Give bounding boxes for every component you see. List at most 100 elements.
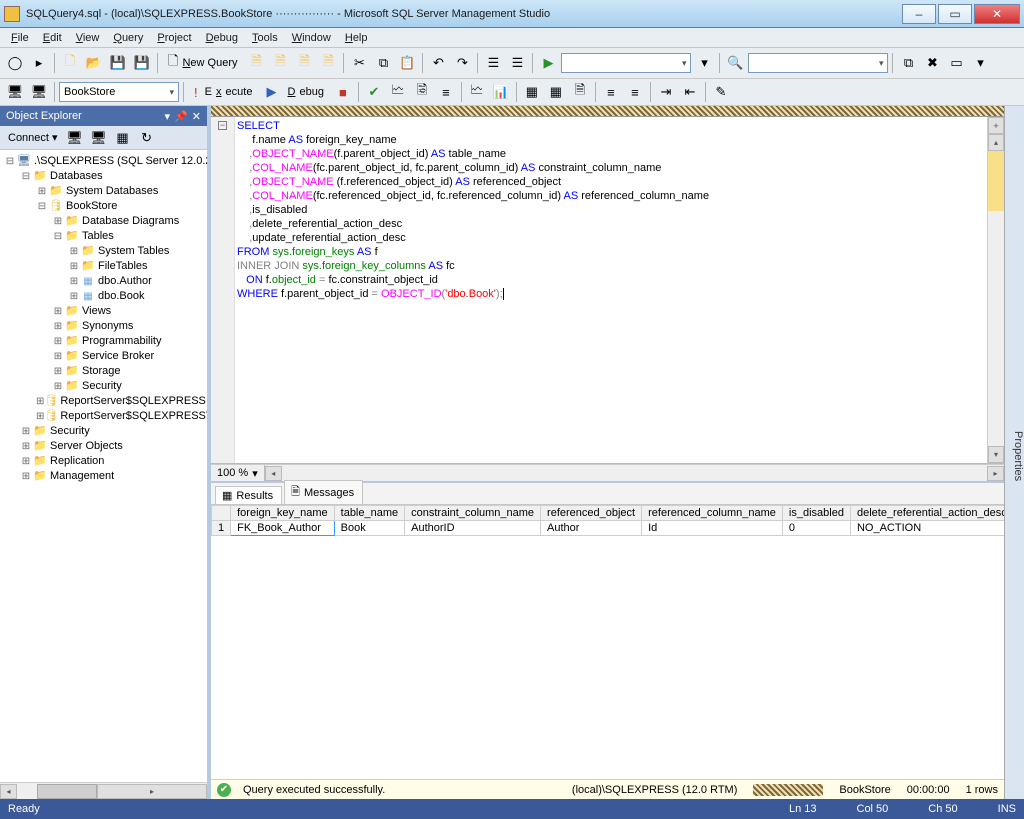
tb-icon-6[interactable]: ☰ bbox=[506, 52, 528, 74]
redo-button[interactable]: ↷ bbox=[451, 52, 473, 74]
menu-help[interactable]: Help bbox=[338, 30, 375, 46]
oe-filter-icon[interactable]: ▦ bbox=[112, 127, 134, 149]
debug-button[interactable]: ▶ Debug bbox=[260, 82, 330, 102]
tree-reportserver[interactable]: ReportServer$SQLEXPRESS bbox=[60, 394, 206, 409]
stop-button[interactable]: ■ bbox=[332, 81, 354, 103]
results-grid-button[interactable]: ▦ bbox=[545, 81, 567, 103]
tb-icon-11[interactable]: ▾ bbox=[969, 52, 991, 74]
tree-programmability[interactable]: Programmability bbox=[82, 334, 161, 349]
menu-project[interactable]: Project bbox=[150, 30, 198, 46]
menu-debug[interactable]: Debug bbox=[199, 30, 245, 46]
tree-dbo-author[interactable]: dbo.Author bbox=[98, 274, 152, 289]
execute-button[interactable]: ! Execute bbox=[188, 83, 258, 102]
open-button[interactable]: 📂 bbox=[83, 52, 105, 74]
oe-icon-1[interactable]: 🖥 bbox=[64, 127, 86, 149]
tree-serverobjects[interactable]: Server Objects bbox=[50, 439, 123, 454]
editor-vertical-scrollbar[interactable]: + ▴ ▾ bbox=[987, 117, 1004, 463]
save-all-button[interactable]: 💾 bbox=[131, 52, 153, 74]
tab-messages[interactable]: 🗎Messages bbox=[284, 480, 363, 504]
start-button[interactable]: ▶ bbox=[537, 52, 559, 74]
tree-tables[interactable]: Tables bbox=[82, 230, 114, 242]
results-file-button[interactable]: 🗎 bbox=[569, 81, 591, 103]
indent-button[interactable]: ⇥ bbox=[655, 81, 677, 103]
code-area[interactable]: SELECT f.name AS foreign_key_name ,OBJEC… bbox=[235, 117, 987, 463]
maximize-button[interactable]: ▭ bbox=[938, 4, 972, 24]
tab-results[interactable]: ▦Results bbox=[215, 486, 282, 504]
tree-server[interactable]: .\SQLEXPRESS (SQL Server 12.0.2269 - A bbox=[34, 155, 207, 167]
tb-icon-7[interactable]: ▾ bbox=[693, 52, 715, 74]
database-combo[interactable]: BookStore bbox=[59, 82, 179, 102]
close-button[interactable]: ✕ bbox=[974, 4, 1020, 24]
intellisense-button[interactable]: ≡ bbox=[435, 81, 457, 103]
tree-servicebroker[interactable]: Service Broker bbox=[82, 349, 154, 364]
tb-icon-1[interactable]: 🗎 bbox=[245, 52, 267, 74]
find-combo[interactable] bbox=[748, 53, 888, 73]
tree-security-db[interactable]: Security bbox=[82, 379, 122, 394]
paste-button[interactable]: 📋 bbox=[396, 52, 418, 74]
find-button[interactable]: 🔍 bbox=[724, 52, 746, 74]
tb-icon-3[interactable]: 🗎 bbox=[293, 52, 315, 74]
pin-icon[interactable]: ▾ bbox=[165, 110, 171, 123]
nav-back-button[interactable]: ◯ bbox=[4, 52, 26, 74]
tree-system-databases[interactable]: System Databases bbox=[66, 184, 158, 199]
tree-views[interactable]: Views bbox=[82, 304, 111, 319]
editor-horizontal-scrollbar[interactable]: 100 %▾ ◂ ▸ bbox=[211, 464, 1004, 481]
comment-button[interactable]: ≡ bbox=[600, 81, 622, 103]
copy-button[interactable]: ⧉ bbox=[372, 52, 394, 74]
parse-button[interactable]: ✔ bbox=[363, 81, 385, 103]
solution-combo[interactable] bbox=[561, 53, 691, 73]
sql-editor[interactable]: − SELECT f.name AS foreign_key_name ,OBJ… bbox=[211, 117, 1004, 464]
query-options-button[interactable]: 🗟 bbox=[411, 81, 433, 103]
tb-icon-8[interactable]: ⧉ bbox=[897, 52, 919, 74]
actual-plan-button[interactable]: 🗠 bbox=[466, 81, 488, 103]
menu-query[interactable]: Query bbox=[106, 30, 150, 46]
results-text-button[interactable]: ▦ bbox=[521, 81, 543, 103]
oe-horizontal-scrollbar[interactable]: ◂▸ bbox=[0, 782, 207, 799]
uncomment-button[interactable]: ≡ bbox=[624, 81, 646, 103]
tb-icon-2[interactable]: 🗎 bbox=[269, 52, 291, 74]
connect-button[interactable]: Connect ▾ bbox=[4, 129, 62, 146]
tree-databases[interactable]: Databases bbox=[50, 170, 103, 182]
change-connection-button[interactable]: 🖥 bbox=[4, 81, 26, 103]
tree-reportservertmp[interactable]: ReportServer$SQLEXPRESSTemp bbox=[60, 409, 207, 424]
tb-icon-4[interactable]: 🗎 bbox=[317, 52, 339, 74]
tree-management[interactable]: Management bbox=[50, 469, 114, 484]
oe-refresh-icon[interactable]: ↻ bbox=[136, 127, 158, 149]
menu-view[interactable]: View bbox=[69, 30, 107, 46]
object-explorer-tree[interactable]: ⊟🖥.\SQLEXPRESS (SQL Server 12.0.2269 - A… bbox=[0, 150, 207, 782]
outdent-button[interactable]: ⇤ bbox=[679, 81, 701, 103]
nav-fwd-button[interactable]: ▸ bbox=[28, 52, 50, 74]
tree-security[interactable]: Security bbox=[50, 424, 90, 439]
minimize-button[interactable]: – bbox=[902, 4, 936, 24]
menu-window[interactable]: Window bbox=[285, 30, 338, 46]
autohide-pin-icon[interactable]: 📌 bbox=[174, 110, 188, 123]
cut-button[interactable]: ✂ bbox=[348, 52, 370, 74]
tb-icon-5[interactable]: ☰ bbox=[482, 52, 504, 74]
menu-tools[interactable]: Tools bbox=[245, 30, 285, 46]
fold-icon[interactable]: − bbox=[218, 121, 227, 130]
disconnect-button[interactable]: 🖥 bbox=[28, 81, 50, 103]
tree-dbdiagrams[interactable]: Database Diagrams bbox=[82, 214, 179, 229]
specify-values-button[interactable]: ✎ bbox=[710, 81, 732, 103]
new-query-button[interactable]: 🗋New Query bbox=[162, 50, 243, 76]
tree-bookstore[interactable]: BookStore bbox=[66, 200, 117, 212]
estimated-plan-button[interactable]: 🗠 bbox=[387, 81, 409, 103]
menu-edit[interactable]: Edit bbox=[36, 30, 69, 46]
oe-icon-2[interactable]: 🖥 bbox=[88, 127, 110, 149]
tb-icon-9[interactable]: ✖ bbox=[921, 52, 943, 74]
new-project-button[interactable]: 🗋 bbox=[59, 52, 81, 74]
save-button[interactable]: 💾 bbox=[107, 52, 129, 74]
results-row[interactable]: 1 FK_Book_Author Book AuthorID Author Id… bbox=[212, 521, 1005, 536]
tree-systables[interactable]: System Tables bbox=[98, 244, 169, 259]
tree-dbo-book[interactable]: dbo.Book bbox=[98, 289, 144, 304]
tree-synonyms[interactable]: Synonyms bbox=[82, 319, 133, 334]
properties-tab[interactable]: Properties bbox=[1004, 106, 1024, 799]
tb-icon-10[interactable]: ▭ bbox=[945, 52, 967, 74]
client-stats-button[interactable]: 📊 bbox=[490, 81, 512, 103]
results-grid[interactable]: foreign_key_name table_name constraint_c… bbox=[211, 505, 1004, 779]
tree-filetables[interactable]: FileTables bbox=[98, 259, 148, 274]
tree-storage[interactable]: Storage bbox=[82, 364, 121, 379]
close-panel-icon[interactable]: ✕ bbox=[192, 110, 201, 123]
zoom-combo[interactable]: 100 %▾ bbox=[211, 465, 265, 481]
menu-file[interactable]: File bbox=[4, 30, 36, 46]
